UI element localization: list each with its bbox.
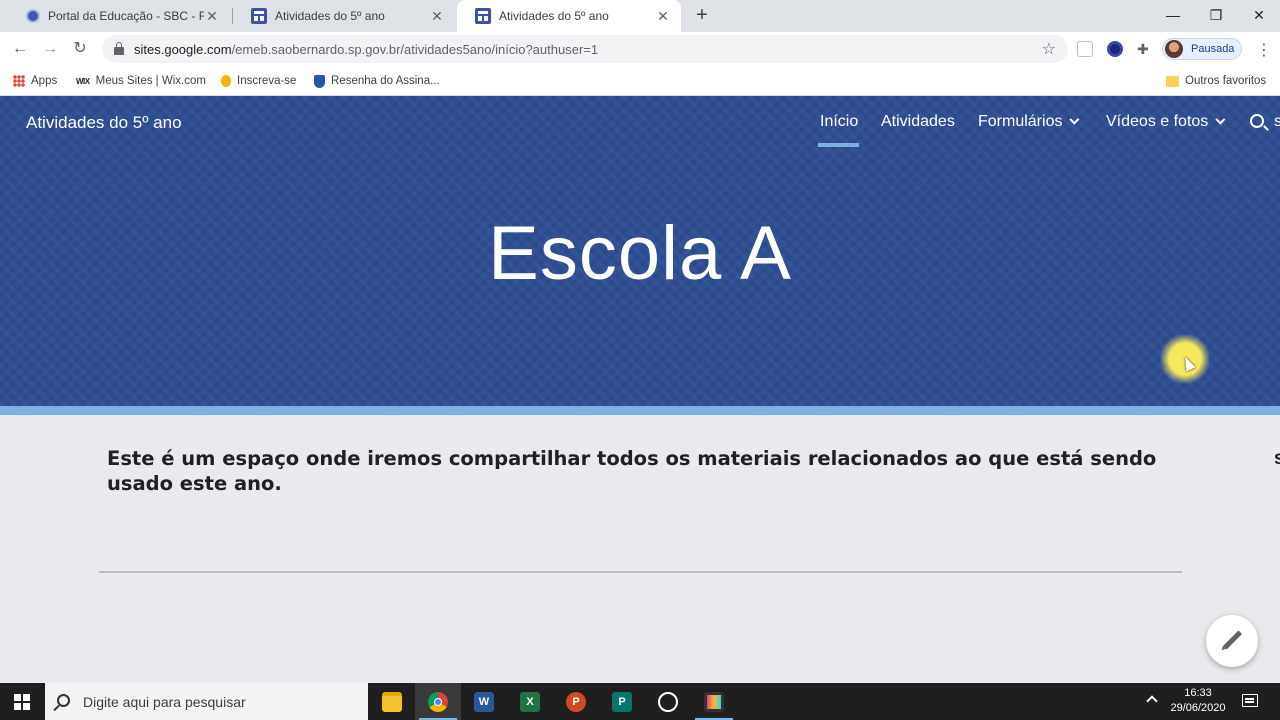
extensions-puzzle-icon[interactable]: ✚ bbox=[1137, 41, 1153, 57]
tab-atividades-active[interactable]: Atividades do 5º ano ✕ bbox=[457, 0, 681, 32]
content-divider bbox=[99, 571, 1182, 573]
browser-menu-icon[interactable]: ⋮ bbox=[1256, 40, 1272, 60]
intro-paragraph: Este é um espaço onde iremos compartilha… bbox=[107, 447, 1157, 495]
tab-title: Portal da Educação - SBC - Rede bbox=[48, 9, 204, 23]
taskbar-search-placeholder: Digite aqui para pesquisar bbox=[83, 693, 246, 710]
wix-icon: WIX bbox=[76, 76, 90, 86]
tab-atividades-1[interactable]: Atividades do 5º ano ✕ bbox=[233, 0, 455, 32]
folder-icon bbox=[382, 692, 402, 712]
edit-button[interactable] bbox=[1206, 615, 1258, 667]
close-tab-icon[interactable]: ✕ bbox=[655, 8, 671, 25]
shield-icon bbox=[314, 74, 325, 88]
portal-favicon-icon bbox=[26, 9, 40, 23]
clock-date: 29/06/2020 bbox=[1170, 702, 1226, 714]
close-tab-icon[interactable]: ✕ bbox=[429, 8, 445, 25]
taskbar-chrome[interactable] bbox=[415, 683, 461, 720]
screen-recorder-icon bbox=[704, 692, 724, 712]
windows-start-icon[interactable] bbox=[14, 694, 30, 710]
folder-icon bbox=[1166, 75, 1179, 87]
publisher-icon: P bbox=[612, 692, 632, 712]
google-sites-favicon-icon bbox=[475, 8, 491, 24]
tab-strip: Portal da Educação - SBC - Rede ✕ Ativid… bbox=[0, 0, 1280, 32]
profile-label: Pausada bbox=[1191, 43, 1235, 55]
page-heading: Escola A bbox=[488, 211, 792, 296]
nav-active-indicator bbox=[818, 143, 859, 147]
bookmark-resenha[interactable]: Resenha do Assina... bbox=[314, 72, 440, 90]
tab-portal-educacao[interactable]: Portal da Educação - SBC - Rede ✕ bbox=[8, 0, 230, 32]
nav-item-videos-fotos[interactable]: Vídeos e fotos bbox=[1106, 113, 1226, 131]
reload-button[interactable]: ↻ bbox=[70, 39, 90, 59]
close-window-button[interactable]: ✕ bbox=[1236, 0, 1280, 32]
header-accent-stripe bbox=[0, 406, 1280, 415]
bookmark-label: Resenha do Assina... bbox=[331, 75, 440, 87]
bookmark-other-favorites[interactable]: Outros favoritos bbox=[1166, 72, 1266, 90]
nav-item-atividades[interactable]: Atividades bbox=[881, 113, 955, 131]
taskbar-search-input[interactable]: Digite aqui para pesquisar bbox=[45, 683, 368, 720]
taskbar-clock[interactable]: 16:33 29/06/2020 bbox=[1166, 686, 1230, 716]
nav-label: Atividades bbox=[881, 113, 955, 130]
close-tab-icon[interactable]: ✕ bbox=[204, 8, 220, 25]
tab-title: Atividades do 5º ano bbox=[499, 9, 609, 23]
bookmarks-bar: Apps WIX Meus Sites | Wix.com Inscreva-s… bbox=[0, 66, 1280, 96]
nav-overflow-text: s bbox=[1274, 113, 1280, 130]
pencil-icon bbox=[1222, 630, 1243, 650]
site-title[interactable]: Atividades do 5º ano bbox=[26, 113, 182, 133]
bookmark-label: Inscreva-se bbox=[237, 75, 297, 87]
bookmark-label: Apps bbox=[31, 75, 58, 87]
forward-button[interactable]: → bbox=[40, 39, 60, 59]
nav-label: Formulários bbox=[978, 113, 1063, 130]
powerpoint-icon: P bbox=[566, 692, 586, 712]
coin-icon bbox=[221, 75, 231, 87]
nav-item-inicio[interactable]: Início bbox=[820, 113, 858, 131]
apps-grid-icon bbox=[13, 75, 25, 87]
bookmark-inscreva-se[interactable]: Inscreva-se bbox=[221, 72, 296, 90]
bookmark-apps[interactable]: Apps bbox=[13, 72, 57, 90]
word-icon: W bbox=[474, 692, 494, 712]
new-tab-button[interactable]: + bbox=[692, 5, 712, 26]
nav-label: Início bbox=[820, 113, 859, 130]
address-bar[interactable]: sites.google.com/emeb.saobernardo.sp.gov… bbox=[102, 35, 1068, 63]
extension-screencast-icon[interactable] bbox=[1107, 41, 1123, 57]
url-path: /emeb.saobernardo.sp.gov.br/atividades5a… bbox=[231, 41, 599, 57]
lock-icon[interactable] bbox=[114, 41, 124, 55]
notification-center-icon[interactable] bbox=[1242, 694, 1258, 707]
back-button[interactable]: ← bbox=[10, 39, 30, 59]
taskbar-file-explorer[interactable] bbox=[369, 683, 415, 720]
taskbar-excel[interactable]: X bbox=[507, 683, 553, 720]
bookmark-star-icon[interactable]: ☆ bbox=[1042, 39, 1056, 59]
extension-reader-icon[interactable] bbox=[1077, 41, 1093, 57]
taskbar-word[interactable]: W bbox=[461, 683, 507, 720]
photos-icon bbox=[658, 692, 678, 712]
clock-time: 16:33 bbox=[1184, 687, 1212, 699]
url-host: sites.google.com bbox=[134, 41, 232, 57]
search-icon bbox=[57, 694, 70, 707]
intro-overflow-text: s bbox=[1274, 448, 1280, 469]
bookmark-wix[interactable]: WIX Meus Sites | Wix.com bbox=[76, 72, 206, 90]
minimize-button[interactable]: — bbox=[1150, 0, 1196, 32]
nav-item-formularios[interactable]: Formulários bbox=[978, 113, 1080, 131]
bookmark-label: Meus Sites | Wix.com bbox=[95, 75, 206, 87]
taskbar-publisher[interactable]: P bbox=[599, 683, 645, 720]
windows-taskbar: Digite aqui para pesquisar W X P P bbox=[0, 683, 1280, 720]
browser-toolbar: ← → ↻ sites.google.com/emeb.saobernardo.… bbox=[0, 32, 1280, 66]
taskbar-photos[interactable] bbox=[645, 683, 691, 720]
google-sites-favicon-icon bbox=[251, 8, 267, 24]
restore-button[interactable]: ❐ bbox=[1193, 0, 1239, 32]
bookmark-label: Outros favoritos bbox=[1185, 75, 1267, 87]
tab-title: Atividades do 5º ano bbox=[275, 9, 385, 23]
chrome-icon bbox=[428, 692, 448, 712]
taskbar-screen-recorder[interactable] bbox=[691, 683, 737, 720]
avatar bbox=[1165, 40, 1183, 58]
excel-icon: X bbox=[520, 692, 540, 712]
profile-button[interactable]: Pausada bbox=[1162, 38, 1242, 60]
search-icon[interactable] bbox=[1250, 114, 1264, 128]
nav-label: Vídeos e fotos bbox=[1106, 113, 1209, 130]
taskbar-powerpoint[interactable]: P bbox=[553, 683, 599, 720]
